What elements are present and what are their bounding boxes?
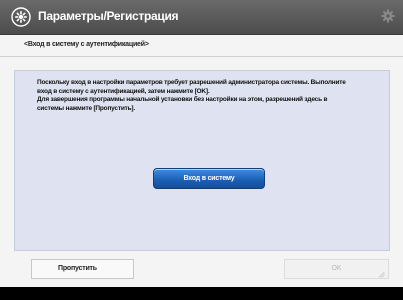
message-line: Для завершения программы начальной устан… bbox=[37, 96, 328, 104]
breadcrumb: <Вход в систему с аутентификацией> bbox=[24, 41, 149, 48]
title-bar: Параметры/Регистрация bbox=[0, 0, 403, 35]
message-line: Поскольку вход в настройки параметров тр… bbox=[37, 79, 346, 86]
login-button[interactable]: Вход в систему bbox=[153, 168, 265, 189]
bottom-bar bbox=[0, 287, 403, 300]
ok-button: OK bbox=[284, 259, 389, 279]
skip-button[interactable]: Пропустить bbox=[31, 259, 134, 279]
corner-grip-icon bbox=[378, 268, 385, 278]
screen: Параметры/Регистрация <Вход в систему с … bbox=[0, 0, 403, 287]
page-title: Параметры/Регистрация bbox=[38, 9, 179, 23]
message-text: Поскольку вход в настройки параметров тр… bbox=[37, 79, 383, 113]
gear-status-icon bbox=[381, 9, 395, 23]
message-line: вход в систему с аутентификацией, затем … bbox=[37, 87, 210, 95]
message-line: системы нажмите [Пропустить]. bbox=[37, 104, 135, 112]
gear-icon bbox=[11, 7, 31, 27]
ok-button-label: OK bbox=[331, 265, 342, 272]
divider bbox=[0, 56, 403, 57]
